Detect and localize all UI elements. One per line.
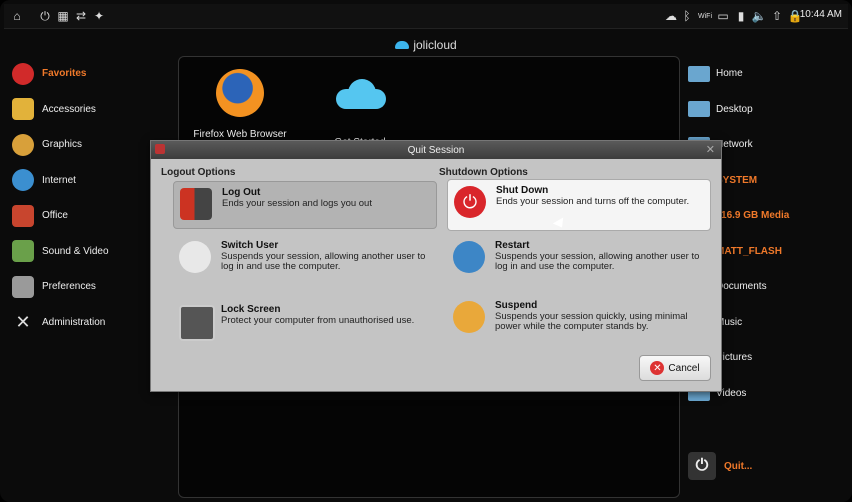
sidebar-item-favorites[interactable]: Favorites	[12, 56, 180, 92]
option-description: Ends your session and logs you out	[222, 198, 372, 209]
suspend-option[interactable]: Suspend Suspends your session quickly, u…	[447, 295, 709, 341]
users-icon	[179, 241, 211, 273]
dialog-titlebar[interactable]: Quit Session ✕	[151, 141, 721, 159]
tools-icon: ✕	[15, 311, 31, 332]
shutdown-options-header: Shutdown Options	[439, 167, 528, 178]
option-description: Suspends your session, allowing another …	[495, 251, 700, 272]
dialog-title: Quit Session	[407, 144, 465, 156]
option-title: Restart	[495, 240, 530, 251]
places-item-label: Documents	[716, 281, 767, 293]
folder-icon	[688, 101, 710, 118]
apps-icon[interactable]: ✦	[92, 9, 106, 23]
sidebar-item-label: Preferences	[42, 281, 96, 293]
dialog-app-icon	[155, 144, 165, 154]
places-item-label: 116.9 GB Media	[716, 210, 790, 222]
firefox-icon	[216, 69, 264, 117]
shut-down-option[interactable]: ⏻ Shut Down Ends your session and turns …	[447, 179, 711, 231]
preferences-icon	[12, 275, 34, 298]
bluetooth-icon[interactable]: ᛒ	[680, 9, 694, 23]
places-item-label: SYSTEM	[716, 174, 758, 186]
top-panel: ⌂ ⏻ ▦ ⇄ ✦ ☁ ᛒ WiFi ▭ ▮ 🔈 ⇧ 🔒 10:44 AM	[4, 4, 848, 29]
sidebar-item-label: Internet	[42, 174, 76, 186]
app-firefox[interactable]: Firefox Web Browser	[185, 69, 295, 140]
option-description: Protect your computer from unauthorised …	[221, 315, 415, 326]
quit-label: Quit...	[724, 460, 753, 472]
option-title: Lock Screen	[221, 304, 281, 315]
option-title: Shut Down	[496, 185, 549, 196]
cancel-icon: ✕	[650, 361, 665, 375]
sidebar-item-label: Office	[42, 210, 68, 222]
cancel-button[interactable]: ✕ Cancel	[639, 355, 711, 381]
places-item-home[interactable]: Home	[688, 56, 848, 92]
option-title: Switch User	[221, 240, 279, 251]
music-icon	[12, 240, 34, 263]
logout-option[interactable]: Log Out Ends your session and logs you o…	[173, 181, 437, 229]
places-item-desktop[interactable]: Desktop	[688, 92, 848, 128]
option-description: Suspends your session quickly, using min…	[495, 311, 688, 332]
app-get-started[interactable]: Get Started	[305, 69, 415, 148]
brand-bar: jolicloud	[10, 32, 842, 58]
cloud-icon	[332, 79, 388, 109]
globe-icon	[12, 169, 34, 192]
app-label: Firefox Web Browser	[193, 129, 287, 140]
lock-screen-option[interactable]: Lock Screen Protect your computer from u…	[173, 299, 435, 345]
wifi-icon[interactable]: WiFi	[698, 9, 712, 23]
folder-icon	[688, 65, 710, 82]
places-item-label: MATT_FLASH	[716, 245, 782, 257]
places-item-label: Home	[716, 68, 743, 80]
logout-options-header: Logout Options	[161, 167, 236, 178]
settings-icon[interactable]: ▦	[56, 9, 70, 23]
option-title: Suspend	[495, 300, 538, 311]
power-icon[interactable]: ⏻	[38, 9, 52, 23]
home-icon[interactable]: ⌂	[10, 9, 24, 23]
upload-icon[interactable]: ⇧	[770, 9, 784, 23]
restart-icon	[453, 241, 485, 273]
brand-label: jolicloud	[413, 38, 457, 52]
logout-icon	[180, 188, 212, 220]
cloud-icon[interactable]: ☁	[664, 9, 678, 23]
sidebar-item-label: Sound & Video	[42, 245, 109, 257]
cancel-label: Cancel	[668, 362, 700, 374]
sidebar-item-label: Accessories	[42, 103, 96, 115]
battery-icon[interactable]: ▭	[716, 9, 730, 23]
option-description: Suspends your session, allowing another …	[221, 251, 426, 272]
clock: 10:44 AM	[799, 9, 842, 20]
signal-icon[interactable]: ▮	[734, 9, 748, 23]
palette-icon	[12, 133, 34, 156]
quit-button[interactable]: ⏻ Quit...	[688, 452, 752, 480]
quit-session-dialog: Quit Session ✕ Logout Options Shutdown O…	[150, 140, 722, 392]
option-title: Log Out	[222, 187, 261, 198]
power-icon: ⏻	[688, 452, 716, 480]
jolicloud-logo-icon	[395, 41, 410, 49]
power-button-icon: ⏻	[454, 186, 486, 218]
close-icon[interactable]: ✕	[706, 143, 715, 156]
restart-option[interactable]: Restart Suspends your session, allowing …	[447, 235, 709, 281]
sidebar-item-label: Favorites	[42, 68, 87, 80]
accessories-icon	[12, 98, 34, 121]
lock-screen-icon	[179, 305, 215, 341]
sidebar-item-label: Graphics	[42, 139, 83, 151]
switch-user-option[interactable]: Switch User Suspends your session, allow…	[173, 235, 435, 281]
suspend-clock-icon	[453, 301, 485, 333]
office-icon	[12, 204, 34, 227]
volume-icon[interactable]: 🔈	[752, 9, 767, 23]
heart-icon	[12, 62, 34, 85]
network-icon[interactable]: ⇄	[74, 9, 88, 23]
places-item-label: Desktop	[716, 103, 753, 115]
option-description: Ends your session and turns off the comp…	[496, 196, 690, 207]
sidebar-item-label: Administration	[42, 316, 106, 328]
sidebar-item-accessories[interactable]: Accessories	[12, 92, 180, 128]
